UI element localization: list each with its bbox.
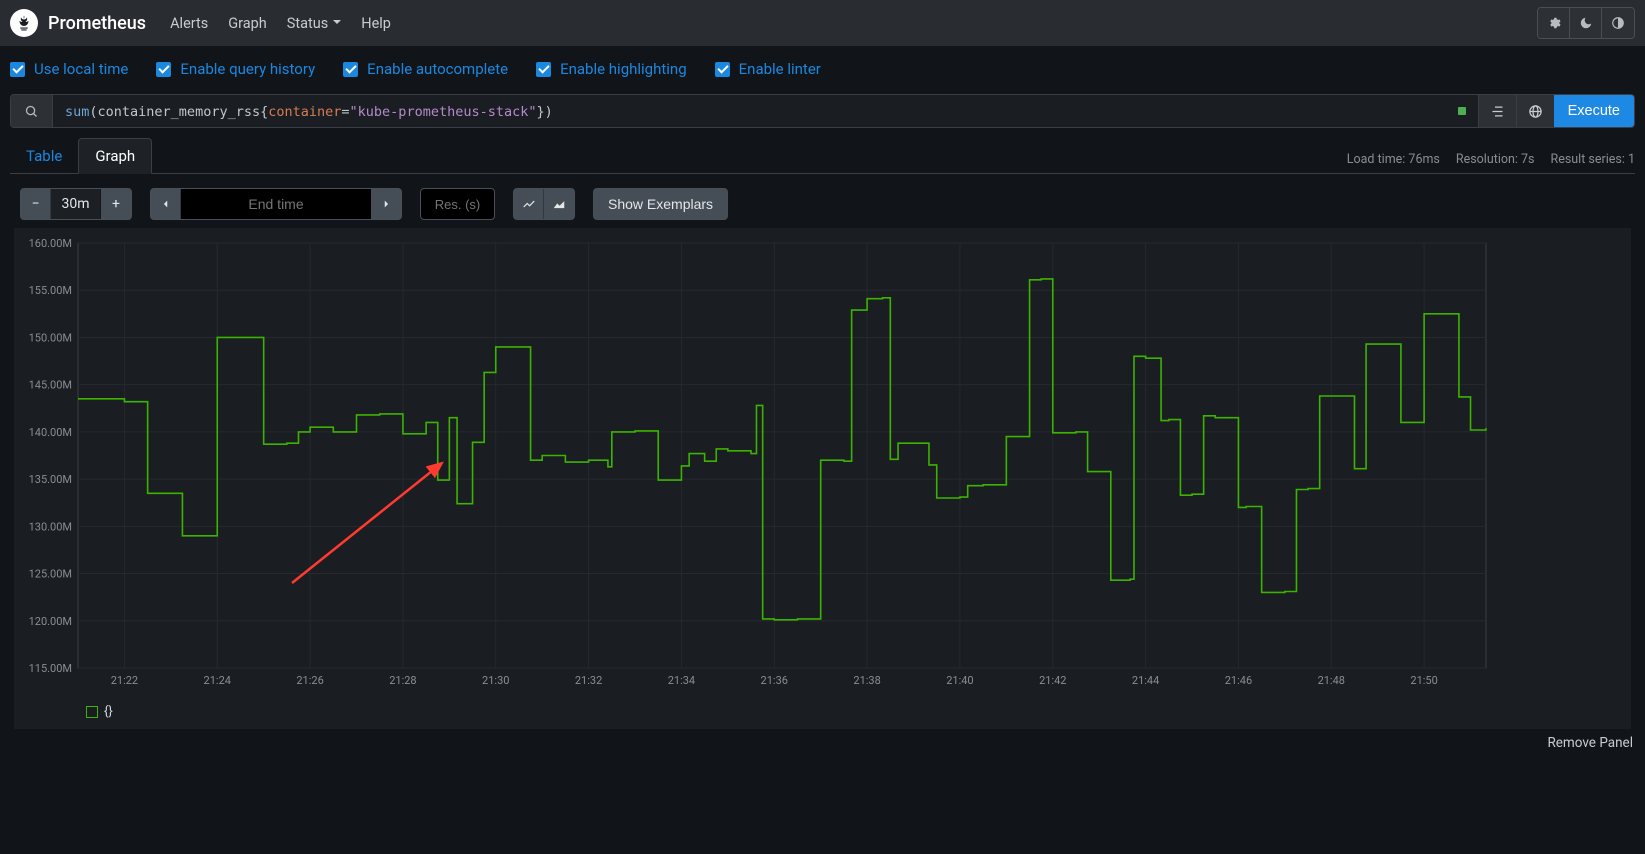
checkbox-icon xyxy=(156,62,171,77)
options-row: Use local time Enable query history Enab… xyxy=(0,46,1645,84)
format-query-button[interactable] xyxy=(1478,95,1516,127)
range-group: − 30m + xyxy=(20,188,132,220)
svg-text:155.00M: 155.00M xyxy=(29,284,72,297)
range-value[interactable]: 30m xyxy=(51,189,101,219)
svg-text:160.00M: 160.00M xyxy=(29,238,72,250)
svg-text:115.00M: 115.00M xyxy=(29,662,72,675)
checkbox-icon xyxy=(10,62,25,77)
query-row: sum(container_memory_rss{container="kube… xyxy=(10,94,1635,128)
show-exemplars-button[interactable]: Show Exemplars xyxy=(593,188,728,220)
meta-result-series: Result series: 1 xyxy=(1551,152,1636,167)
svg-text:21:36: 21:36 xyxy=(761,674,788,687)
endtime-input[interactable] xyxy=(181,189,371,219)
globe-icon xyxy=(1528,104,1543,119)
checkbox-icon xyxy=(343,62,358,77)
range-increase-button[interactable]: + xyxy=(101,189,131,219)
remove-panel-link[interactable]: Remove Panel xyxy=(0,729,1645,761)
svg-text:21:38: 21:38 xyxy=(853,674,880,687)
chevron-right-icon xyxy=(381,199,391,209)
promql-input[interactable]: sum(container_memory_rss{container="kube… xyxy=(53,95,1446,127)
line-chart-icon xyxy=(522,197,536,211)
svg-text:21:40: 21:40 xyxy=(946,674,973,687)
nav-help[interactable]: Help xyxy=(361,15,391,32)
svg-text:145.00M: 145.00M xyxy=(29,379,72,392)
svg-text:135.00M: 135.00M xyxy=(29,473,72,486)
svg-text:21:26: 21:26 xyxy=(296,674,323,687)
nav-alerts[interactable]: Alerts xyxy=(170,15,208,32)
meta-resolution: Resolution: 7s xyxy=(1456,152,1535,167)
metrics-explorer-button[interactable] xyxy=(1516,95,1554,127)
svg-text:120.00M: 120.00M xyxy=(29,615,72,628)
option-query-history[interactable]: Enable query history xyxy=(156,60,315,78)
svg-text:21:42: 21:42 xyxy=(1039,674,1066,687)
chart-svg[interactable]: 115.00M 120.00M 125.00M 130.00M 135.00M 140.0… xyxy=(18,238,1496,698)
chart-panel: 115.00M 120.00M 125.00M 130.00M 135.00M 140.0… xyxy=(14,228,1631,729)
tab-graph[interactable]: Graph xyxy=(78,138,152,174)
prometheus-logo-icon xyxy=(10,9,38,37)
stacked-chart-button[interactable] xyxy=(544,189,574,219)
chart-legend: {} xyxy=(18,698,1625,729)
svg-text:21:46: 21:46 xyxy=(1225,674,1252,687)
query-meta: Load time: 76ms Resolution: 7s Result se… xyxy=(1347,152,1635,173)
checkbox-icon xyxy=(536,62,551,77)
svg-text:21:48: 21:48 xyxy=(1318,674,1345,687)
svg-text:21:44: 21:44 xyxy=(1132,674,1159,687)
moon-icon[interactable] xyxy=(1570,8,1602,38)
svg-text:21:34: 21:34 xyxy=(668,674,695,687)
nav-graph[interactable]: Graph xyxy=(228,15,267,32)
nav-utility-icons xyxy=(1537,7,1635,39)
endtime-back-button[interactable] xyxy=(151,189,181,219)
svg-text:21:50: 21:50 xyxy=(1410,674,1437,687)
svg-text:130.00M: 130.00M xyxy=(29,520,72,533)
option-linter[interactable]: Enable linter xyxy=(715,60,821,78)
tabs-row: Table Graph Load time: 76ms Resolution: … xyxy=(10,138,1635,174)
resolution-input[interactable] xyxy=(420,188,495,220)
svg-text:21:24: 21:24 xyxy=(204,674,231,687)
range-decrease-button[interactable]: − xyxy=(21,189,51,219)
contrast-icon[interactable] xyxy=(1602,8,1634,38)
list-indent-icon xyxy=(1490,104,1505,119)
query-status-indicator xyxy=(1458,107,1466,115)
brand-name: Prometheus xyxy=(48,13,146,34)
option-autocomplete[interactable]: Enable autocomplete xyxy=(343,60,508,78)
graph-controls: − 30m + Show Exemplars xyxy=(20,188,1625,220)
svg-text:21:28: 21:28 xyxy=(389,674,416,687)
svg-text:125.00M: 125.00M xyxy=(29,568,72,581)
top-navbar: Prometheus Alerts Graph Status Help xyxy=(0,0,1645,46)
annotation-arrow-icon xyxy=(282,453,462,593)
meta-load-time: Load time: 76ms xyxy=(1347,152,1440,167)
gear-icon[interactable] xyxy=(1538,8,1570,38)
chevron-left-icon xyxy=(161,199,171,209)
legend-label: {} xyxy=(104,704,113,719)
option-local-time[interactable]: Use local time xyxy=(10,60,128,78)
svg-text:21:30: 21:30 xyxy=(482,674,509,687)
endtime-group xyxy=(150,188,402,220)
endtime-forward-button[interactable] xyxy=(371,189,401,219)
nav-status-dropdown[interactable]: Status xyxy=(287,15,341,32)
svg-text:140.00M: 140.00M xyxy=(29,426,72,439)
svg-text:21:22: 21:22 xyxy=(111,674,138,687)
search-icon xyxy=(11,95,53,127)
area-chart-icon xyxy=(552,197,566,211)
chart-type-group xyxy=(513,188,575,220)
execute-button[interactable]: Execute xyxy=(1554,95,1634,127)
tab-table[interactable]: Table xyxy=(10,139,78,173)
line-chart-button[interactable] xyxy=(514,189,544,219)
checkbox-icon xyxy=(715,62,730,77)
svg-text:21:32: 21:32 xyxy=(575,674,602,687)
svg-text:150.00M: 150.00M xyxy=(29,331,72,344)
option-highlighting[interactable]: Enable highlighting xyxy=(536,60,687,78)
legend-swatch-icon xyxy=(86,706,98,718)
